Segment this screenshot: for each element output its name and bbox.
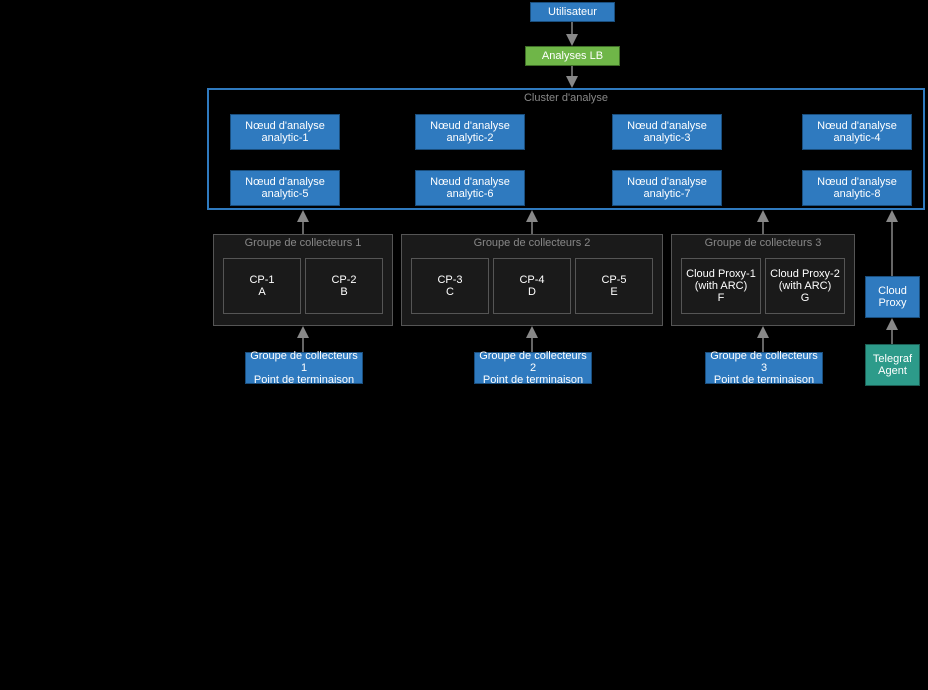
telegraf-box: TelegrafAgent bbox=[865, 344, 920, 386]
cluster-label: Cluster d'analyse bbox=[209, 92, 923, 104]
analytic-node-2: Nœud d'analyseanalytic-2 bbox=[415, 114, 525, 150]
group1-label: Groupe de collecteurs 1 bbox=[214, 237, 392, 249]
group3-label: Groupe de collecteurs 3 bbox=[672, 237, 854, 249]
lb-box: Analyses LB bbox=[525, 46, 620, 66]
analytic-node-5: Nœud d'analyseanalytic-5 bbox=[230, 170, 340, 206]
cp-2: CP-2B bbox=[305, 258, 383, 314]
analytic-node-4: Nœud d'analyseanalytic-4 bbox=[802, 114, 912, 150]
cloud-proxy-1-arc: Cloud Proxy-1(with ARC)F bbox=[681, 258, 761, 314]
analytic-node-6: Nœud d'analyseanalytic-6 bbox=[415, 170, 525, 206]
user-box: Utilisateur bbox=[530, 2, 615, 22]
endpoint-1: Groupe de collecteurs 1Point de terminai… bbox=[245, 352, 363, 384]
cp-5: CP-5E bbox=[575, 258, 653, 314]
cp-4: CP-4D bbox=[493, 258, 571, 314]
endpoint-2: Groupe de collecteurs 2Point de terminai… bbox=[474, 352, 592, 384]
lb-label: Analyses LB bbox=[542, 50, 603, 62]
analytic-node-8: Nœud d'analyseanalytic-8 bbox=[802, 170, 912, 206]
analytic-node-7: Nœud d'analyseanalytic-7 bbox=[612, 170, 722, 206]
cp-3: CP-3C bbox=[411, 258, 489, 314]
endpoint-3: Groupe de collecteurs 3Point de terminai… bbox=[705, 352, 823, 384]
cloud-proxy-box: CloudProxy bbox=[865, 276, 920, 318]
cloud-proxy-2-arc: Cloud Proxy-2(with ARC)G bbox=[765, 258, 845, 314]
analytic-node-3: Nœud d'analyseanalytic-3 bbox=[612, 114, 722, 150]
group2-label: Groupe de collecteurs 2 bbox=[402, 237, 662, 249]
cp-1: CP-1A bbox=[223, 258, 301, 314]
analytic-node-1: Nœud d'analyseanalytic-1 bbox=[230, 114, 340, 150]
user-label: Utilisateur bbox=[548, 6, 597, 18]
